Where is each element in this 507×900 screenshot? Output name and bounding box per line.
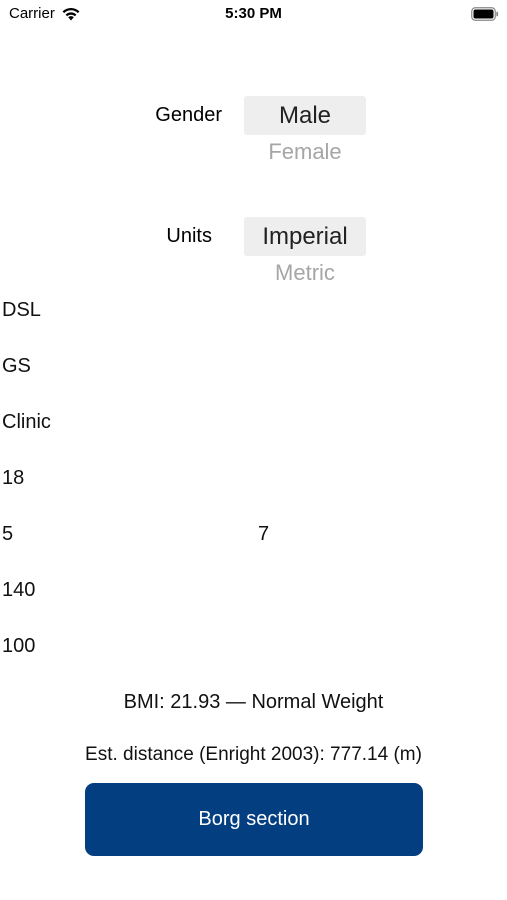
gender-picker[interactable]: Male Female	[244, 96, 366, 169]
battery-icon	[471, 7, 499, 21]
clinic-field[interactable]: Clinic	[2, 411, 51, 434]
gender-option-selected[interactable]: Male	[244, 96, 366, 135]
gender-label: Gender	[155, 104, 222, 126]
age-field[interactable]: 18	[2, 467, 24, 490]
height-inches-field[interactable]: 7	[258, 523, 269, 546]
borg-section-button[interactable]: Borg section	[85, 783, 423, 856]
units-picker[interactable]: Imperial Metric	[244, 217, 366, 290]
units-option-other[interactable]: Metric	[244, 256, 366, 290]
distance-result: Est. distance (Enright 2003): 777.14 (m)	[85, 744, 422, 765]
gender-option-other[interactable]: Female	[244, 135, 366, 169]
status-bar: Carrier 5:30 PM	[0, 0, 507, 28]
units-option-selected[interactable]: Imperial	[244, 217, 366, 256]
dsl-field[interactable]: DSL	[2, 299, 41, 322]
value-100-field[interactable]: 100	[2, 635, 35, 658]
borg-section-button-label: Borg section	[198, 808, 310, 830]
units-label: Units	[166, 225, 212, 247]
bmi-result: BMI: 21.93 — Normal Weight	[123, 691, 384, 713]
app-screen: Carrier 5:30 PM Gender Male Female Units…	[0, 0, 507, 900]
gs-field[interactable]: GS	[2, 355, 31, 378]
weight-field[interactable]: 140	[2, 579, 35, 602]
clock: 5:30 PM	[225, 5, 282, 22]
height-feet-field[interactable]: 5	[2, 523, 13, 546]
